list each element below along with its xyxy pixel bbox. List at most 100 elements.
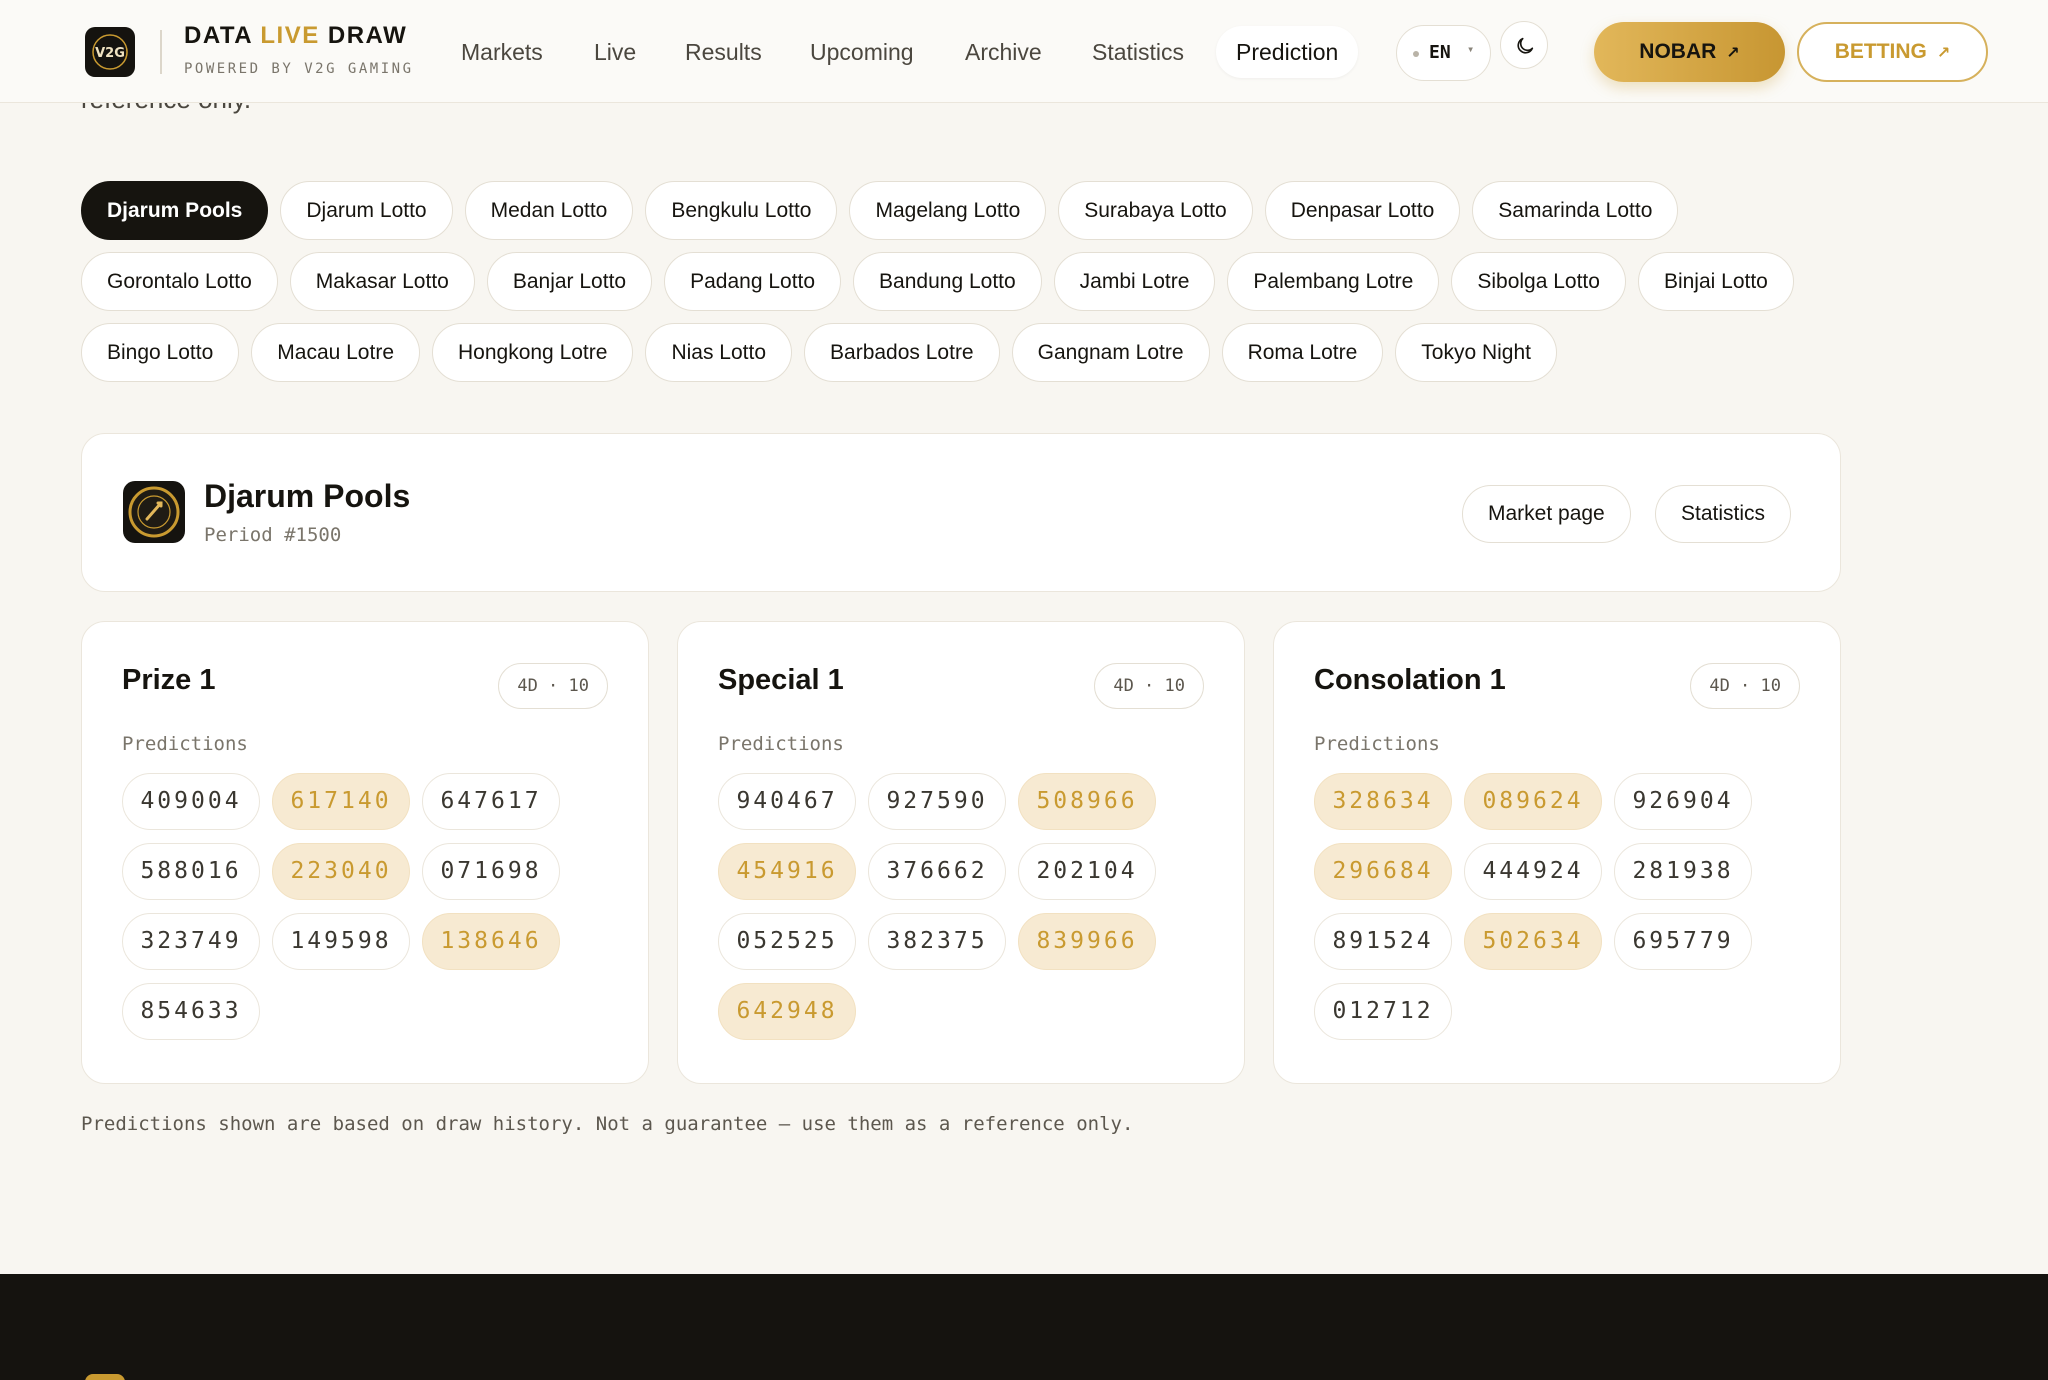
market-pill[interactable]: Denpasar Lotto (1264, 181, 1461, 240)
prediction-number-highlighted: 138646 (422, 913, 560, 970)
betting-button[interactable]: BETTING ↗ (1797, 22, 1988, 82)
djarum-pools-logo-icon (123, 481, 185, 543)
prediction-number-highlighted: 642948 (718, 983, 856, 1040)
brand-accent: LIVE (260, 22, 320, 49)
market-page-button[interactable]: Market page (1462, 485, 1631, 543)
market-pill[interactable]: Padang Lotto (664, 252, 842, 311)
prediction-number-highlighted: 508966 (1018, 773, 1156, 830)
market-pill[interactable]: Nias Lotto (645, 323, 793, 382)
card-title: Prize 1 (122, 664, 216, 696)
status-dot-icon (1413, 51, 1419, 57)
language-select[interactable]: EN ▾ (1396, 25, 1491, 81)
market-pill[interactable]: Macau Lotre (251, 323, 420, 382)
brand-suffix: DRAW (327, 22, 408, 49)
market-pill[interactable]: Bengkulu Lotto (645, 181, 838, 240)
top-header: V2G DATA LIVE DRAW POWERED BY V2G GAMING… (0, 0, 2048, 103)
market-card: Djarum Pools Period #1500 Market page St… (81, 433, 1841, 592)
brand-divider (160, 30, 162, 74)
card-title: Special 1 (718, 664, 844, 696)
prediction-number: 149598 (272, 913, 410, 970)
market-selector: Djarum Pools Djarum Lotto Medan Lotto Bengk… (81, 181, 1841, 382)
brand-title[interactable]: DATA LIVE DRAW (184, 22, 407, 50)
prediction-number-highlighted: 839966 (1018, 913, 1156, 970)
prediction-number-highlighted: 223040 (272, 843, 410, 900)
prediction-number-highlighted: 296684 (1314, 843, 1452, 900)
nav-statistics[interactable]: Statistics (1072, 26, 1204, 78)
card-badge: 4D · 10 (1094, 663, 1204, 709)
nav-prediction[interactable]: Prediction (1216, 26, 1359, 78)
nav-live[interactable]: Live (574, 26, 656, 78)
card-badge: 4D · 10 (1690, 663, 1800, 709)
predictions-label: Predictions (122, 733, 248, 755)
market-pill[interactable]: Banjar Lotto (486, 252, 653, 311)
theme-toggle-button[interactable] (1500, 21, 1548, 69)
market-pill[interactable]: Tokyo Night (1395, 323, 1557, 382)
brand-prefix: DATA (184, 22, 253, 49)
disclaimer-text: Predictions shown are based on draw hist… (81, 1113, 1134, 1135)
language-code: EN (1429, 42, 1451, 63)
prediction-number-highlighted: 617140 (272, 773, 410, 830)
prediction-number: 071698 (422, 843, 560, 900)
nav-results[interactable]: Results (665, 26, 782, 78)
number-grid: 940467 927590 508966 454916 376662 202104 0525… (718, 773, 1178, 1040)
prediction-number-highlighted: 089624 (1464, 773, 1602, 830)
prediction-number-highlighted: 454916 (718, 843, 856, 900)
market-pill[interactable]: Barbados Lotre (804, 323, 1000, 382)
nobar-button[interactable]: NOBAR ↗ (1594, 22, 1785, 82)
prediction-number: 052525 (718, 913, 856, 970)
market-pill[interactable]: Bingo Lotto (81, 323, 240, 382)
footer (0, 1274, 2048, 1380)
prediction-number-highlighted: 328634 (1314, 773, 1452, 830)
predictions-label: Predictions (718, 733, 844, 755)
v2g-logo-icon[interactable]: V2G (85, 27, 135, 77)
market-pill[interactable]: Gorontalo Lotto (81, 252, 278, 311)
prediction-number: 444924 (1464, 843, 1602, 900)
market-name: Djarum Pools (204, 478, 411, 514)
prediction-number: 409004 (122, 773, 260, 830)
prediction-number: 891524 (1314, 913, 1452, 970)
prediction-number: 940467 (718, 773, 856, 830)
market-pill[interactable]: Palembang Lotre (1227, 252, 1440, 311)
prediction-number-highlighted: 502634 (1464, 913, 1602, 970)
prediction-number: 281938 (1614, 843, 1752, 900)
card-badge: 4D · 10 (498, 663, 608, 709)
prediction-number: 854633 (122, 983, 260, 1040)
prediction-number: 927590 (868, 773, 1006, 830)
number-grid: 409004 617140 647617 588016 223040 071698 3237… (122, 773, 582, 1040)
footer-logo-icon (85, 1374, 125, 1380)
prediction-card-special: Special 1 4D · 10 Predictions 940467 9275… (677, 621, 1245, 1084)
market-pill[interactable]: Samarinda Lotto (1472, 181, 1679, 240)
prediction-number: 695779 (1614, 913, 1752, 970)
market-pill[interactable]: Hongkong Lotre (432, 323, 634, 382)
market-pill[interactable]: Gangnam Lotre (1011, 323, 1210, 382)
prediction-number: 012712 (1314, 983, 1452, 1040)
nav-archive[interactable]: Archive (945, 26, 1062, 78)
market-pill[interactable]: Sibolga Lotto (1451, 252, 1626, 311)
svg-text:V2G: V2G (95, 46, 125, 61)
market-pill[interactable]: Surabaya Lotto (1058, 181, 1253, 240)
nobar-label: NOBAR (1639, 40, 1717, 63)
nav-upcoming[interactable]: Upcoming (790, 26, 934, 78)
brand-subtitle: POWERED BY V2G GAMING (184, 61, 414, 77)
nav-markets[interactable]: Markets (441, 26, 563, 78)
moon-icon (1517, 37, 1534, 54)
market-pill[interactable]: Djarum Lotto (280, 181, 453, 240)
market-pill[interactable]: Binjai Lotto (1637, 252, 1794, 311)
market-pill[interactable]: Roma Lotre (1221, 323, 1384, 382)
prediction-number: 202104 (1018, 843, 1156, 900)
arrow-up-right-icon: ↗ (1726, 45, 1740, 62)
market-pill[interactable]: Jambi Lotre (1053, 252, 1216, 311)
market-pill[interactable]: Makasar Lotto (289, 252, 475, 311)
prediction-card-consolation: Consolation 1 4D · 10 Predictions 328634… (1273, 621, 1841, 1084)
market-pill[interactable]: Djarum Pools (81, 181, 269, 240)
prediction-number: 323749 (122, 913, 260, 970)
prediction-number: 376662 (868, 843, 1006, 900)
predictions-label: Predictions (1314, 733, 1440, 755)
statistics-button[interactable]: Statistics (1655, 485, 1792, 543)
market-pill[interactable]: Medan Lotto (464, 181, 634, 240)
market-pill[interactable]: Magelang Lotto (849, 181, 1047, 240)
market-pill[interactable]: Bandung Lotto (853, 252, 1042, 311)
arrow-up-right-icon: ↗ (1936, 45, 1951, 62)
prediction-number: 382375 (868, 913, 1006, 970)
card-title: Consolation 1 (1314, 664, 1506, 696)
